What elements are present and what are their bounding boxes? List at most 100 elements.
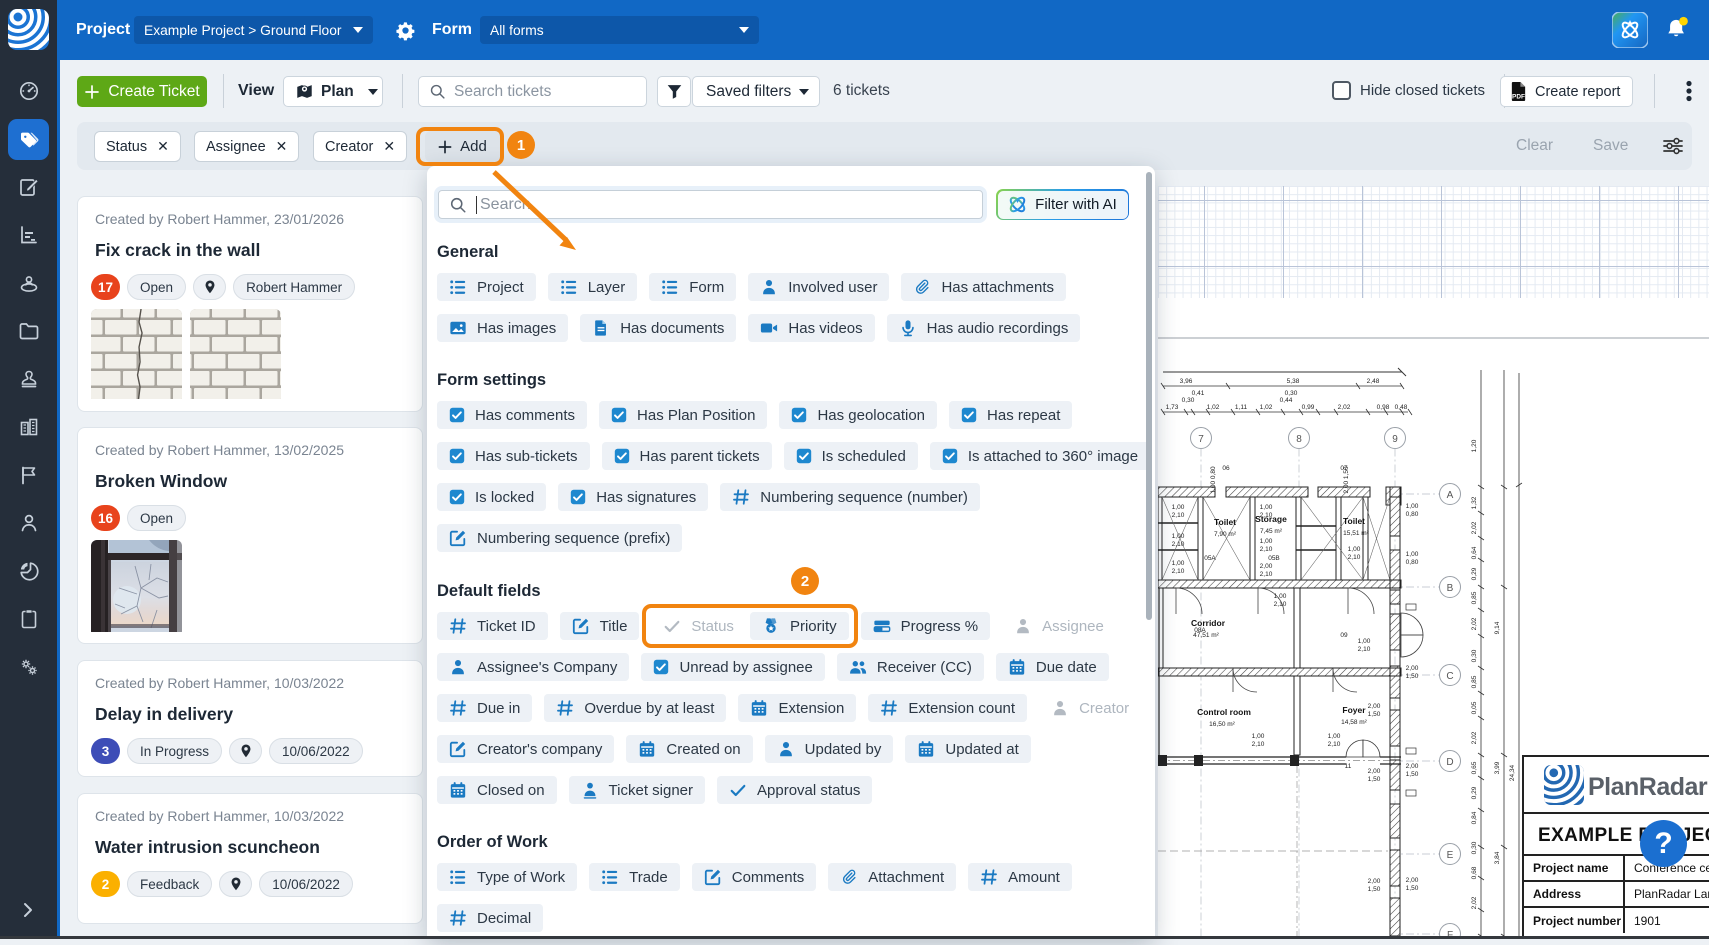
svg-text:0,44: 0,44 <box>1280 397 1293 404</box>
svg-text:2,10: 2,10 <box>1348 554 1361 561</box>
svg-text:0,05: 0,05 <box>1471 701 1478 714</box>
svg-text:2,10: 2,10 <box>1172 541 1185 548</box>
svg-text:2,48: 2,48 <box>1367 378 1380 385</box>
svg-text:2,00: 2,00 <box>1368 878 1381 885</box>
svg-text:7,90 m²: 7,90 m² <box>1214 531 1237 538</box>
svg-text:2,00 1,50: 2,00 1,50 <box>1343 466 1350 493</box>
svg-text:Toilet: Toilet <box>1214 517 1236 527</box>
svg-text:16,50 m²: 16,50 m² <box>1209 721 1235 728</box>
svg-text:1,00: 1,00 <box>1172 504 1185 511</box>
svg-text:D: D <box>1446 757 1453 768</box>
svg-text:2,10: 2,10 <box>1260 571 1273 578</box>
svg-text:0,65: 0,65 <box>1471 761 1478 774</box>
svg-text:Foyer: Foyer <box>1342 705 1366 715</box>
svg-text:0,85: 0,85 <box>1471 591 1478 604</box>
svg-text:2,00: 2,00 <box>1406 763 1419 770</box>
svg-text:2,10: 2,10 <box>1328 741 1341 748</box>
svg-text:1,00 0,80: 1,00 0,80 <box>1210 466 1217 493</box>
svg-text:1,50: 1,50 <box>1368 886 1381 893</box>
svg-text:1,00: 1,00 <box>1274 593 1287 600</box>
svg-text:1,50: 1,50 <box>1368 711 1381 718</box>
svg-text:2,00: 2,00 <box>1406 665 1419 672</box>
svg-text:E: E <box>1447 850 1454 861</box>
svg-text:7,45 m²: 7,45 m² <box>1260 528 1283 535</box>
svg-text:1,50: 1,50 <box>1368 776 1381 783</box>
svg-text:1,00: 1,00 <box>1406 503 1419 510</box>
svg-text:Control room: Control room <box>1197 707 1251 717</box>
svg-text:0,30: 0,30 <box>1471 649 1478 662</box>
svg-text:0,30: 0,30 <box>1471 841 1478 854</box>
svg-text:0,30: 0,30 <box>1182 397 1195 404</box>
svg-text:1,00: 1,00 <box>1172 560 1185 567</box>
svg-text:Toilet: Toilet <box>1343 516 1365 526</box>
svg-text:05A: 05A <box>1204 555 1216 562</box>
svg-text:1,02: 1,02 <box>1207 404 1220 411</box>
svg-text:1,00: 1,00 <box>1358 638 1371 645</box>
svg-text:0,85: 0,85 <box>1471 675 1478 688</box>
svg-text:0,68: 0,68 <box>1471 866 1478 879</box>
svg-text:1,50: 1,50 <box>1406 885 1419 892</box>
svg-text:1,32: 1,32 <box>1471 496 1478 509</box>
svg-text:0,99: 0,99 <box>1302 404 1315 411</box>
svg-text:8: 8 <box>1296 434 1302 445</box>
svg-text:1,00: 1,00 <box>1406 551 1419 558</box>
svg-text:2,00: 2,00 <box>1260 563 1273 570</box>
svg-text:1,00: 1,00 <box>1328 733 1341 740</box>
svg-text:PDF: PDF <box>1512 94 1525 101</box>
svg-text:0,80: 0,80 <box>1406 511 1419 518</box>
svg-text:09: 09 <box>1340 632 1348 639</box>
svg-text:0,41: 0,41 <box>1192 390 1205 397</box>
svg-text:2,00: 2,00 <box>1368 768 1381 775</box>
svg-text:2,10: 2,10 <box>1260 512 1273 519</box>
svg-text:2,02: 2,02 <box>1471 896 1478 909</box>
svg-text:2,10: 2,10 <box>1172 568 1185 575</box>
svg-text:2,10: 2,10 <box>1274 601 1287 608</box>
svg-text:05B: 05B <box>1268 555 1280 562</box>
svg-text:5,38: 5,38 <box>1287 378 1300 385</box>
svg-text:15,51 m²: 15,51 m² <box>1343 530 1369 537</box>
svg-text:1,00: 1,00 <box>1172 533 1185 540</box>
svg-text:06: 06 <box>1222 465 1230 472</box>
svg-text:1,11: 1,11 <box>1235 404 1248 411</box>
svg-text:2,02: 2,02 <box>1471 731 1478 744</box>
svg-text:7: 7 <box>1198 434 1204 445</box>
svg-text:A: A <box>1447 490 1454 501</box>
svg-text:2,02: 2,02 <box>1471 521 1478 534</box>
svg-text:C: C <box>1446 671 1453 682</box>
svg-text:1,50: 1,50 <box>1406 771 1419 778</box>
svg-text:0,48: 0,48 <box>1395 404 1408 411</box>
svg-text:1,73: 1,73 <box>1166 404 1179 411</box>
svg-text:24,34: 24,34 <box>1509 764 1516 781</box>
svg-text:1,20: 1,20 <box>1471 439 1478 452</box>
svg-text:0,29: 0,29 <box>1471 567 1478 580</box>
svg-text:2,02: 2,02 <box>1338 404 1351 411</box>
svg-text:3,96: 3,96 <box>1180 378 1193 385</box>
svg-text:B: B <box>1447 583 1454 594</box>
svg-text:9,14: 9,14 <box>1494 621 1501 634</box>
svg-text:1,00: 1,00 <box>1260 538 1273 545</box>
svg-text:0,30: 0,30 <box>1285 390 1298 397</box>
svg-text:1,50: 1,50 <box>1406 673 1419 680</box>
svg-text:2,10: 2,10 <box>1252 741 1265 748</box>
svg-text:2,02: 2,02 <box>1471 617 1478 630</box>
svg-text:08A: 08A <box>1194 627 1206 634</box>
svg-text:2,00: 2,00 <box>1406 877 1419 884</box>
svg-text:1,00: 1,00 <box>1252 733 1265 740</box>
svg-text:3,84: 3,84 <box>1494 851 1501 864</box>
svg-text:0,80: 0,80 <box>1406 559 1419 566</box>
svg-text:2,10: 2,10 <box>1172 512 1185 519</box>
svg-text:1,00: 1,00 <box>1348 546 1361 553</box>
svg-text:0,29: 0,29 <box>1471 786 1478 799</box>
svg-text:2,10: 2,10 <box>1358 646 1371 653</box>
svg-text:11: 11 <box>1345 763 1352 770</box>
svg-text:0,98: 0,98 <box>1377 404 1390 411</box>
svg-text:2,00: 2,00 <box>1368 703 1381 710</box>
svg-text:0,64: 0,64 <box>1471 546 1478 559</box>
svg-text:1,02: 1,02 <box>1260 404 1273 411</box>
svg-text:2,10: 2,10 <box>1260 546 1273 553</box>
svg-text:9: 9 <box>1392 434 1398 445</box>
svg-text:3,99: 3,99 <box>1494 761 1501 774</box>
svg-text:14,58 m²: 14,58 m² <box>1341 719 1367 726</box>
svg-text:0,84: 0,84 <box>1471 811 1478 824</box>
svg-text:1,00: 1,00 <box>1260 504 1273 511</box>
